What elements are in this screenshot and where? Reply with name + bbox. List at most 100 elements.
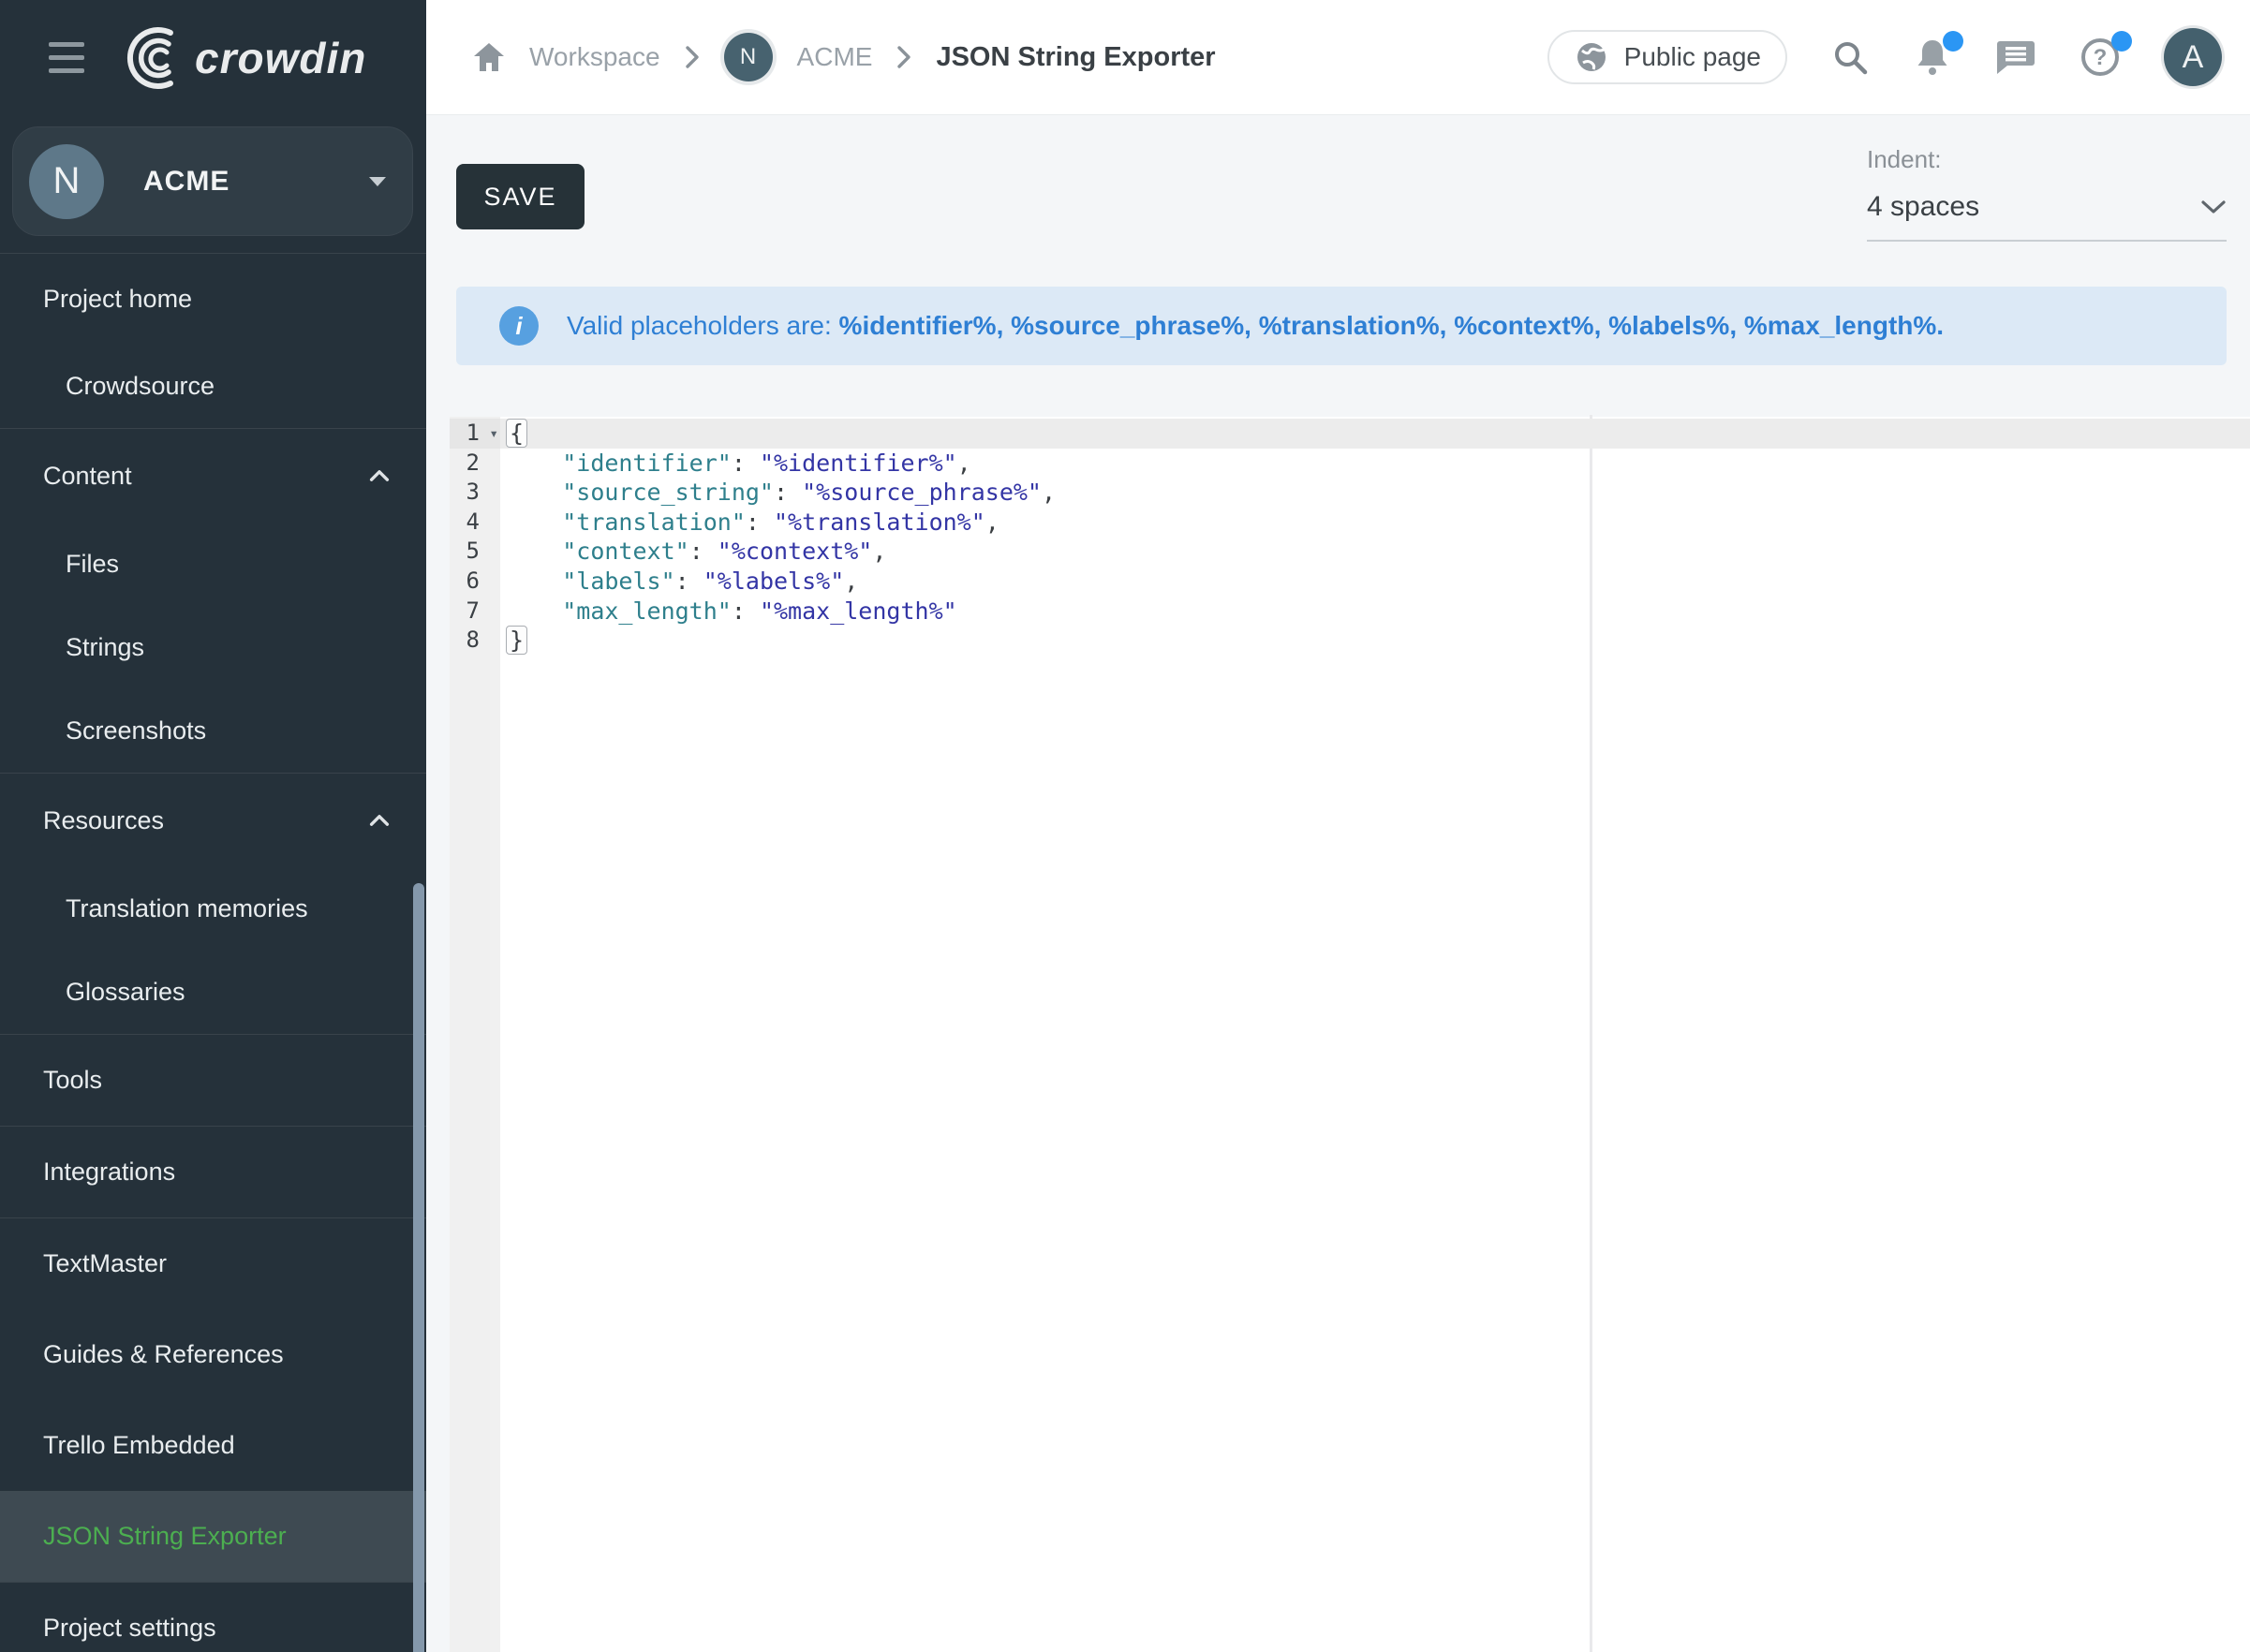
info-banner-prefix: Valid placeholders are: (567, 311, 839, 340)
breadcrumb-workspace-link[interactable]: Workspace (529, 42, 660, 72)
page-title: JSON String Exporter (936, 42, 1215, 73)
save-button[interactable]: SAVE (456, 164, 585, 229)
sidebar-item-label: JSON String Exporter (43, 1522, 287, 1551)
editor-gutter: 1▾2345678 (450, 417, 500, 1652)
sidebar-item-json-string-exporter[interactable]: JSON String Exporter (0, 1491, 426, 1582)
code-token: "%identifier%" (760, 450, 957, 477)
notifications-button[interactable] (1913, 37, 1952, 78)
code-token (506, 479, 562, 506)
main-content: SAVE Indent: 4 spaces i Valid placeholde… (426, 115, 2250, 1652)
chevron-up-icon (368, 814, 391, 827)
crowdin-logo[interactable]: crowdin (118, 24, 366, 92)
code-token: , (872, 538, 886, 565)
sidebar-item-guides-references[interactable]: Guides & References (0, 1309, 426, 1400)
sidebar-item-label: Trello Embedded (43, 1431, 235, 1460)
sidebar-item-project-settings[interactable]: Project settings (0, 1583, 426, 1652)
code-token: "context" (562, 538, 688, 565)
placeholder: %max_length%. (1744, 311, 1944, 340)
code-token: { (506, 419, 527, 448)
editor-code-area[interactable]: { "identifier": "%identifier%", "source_… (500, 417, 2250, 1652)
code-line-2[interactable]: "identifier": "%identifier%", (500, 449, 2250, 479)
placeholder: %translation%, (1259, 311, 1454, 340)
code-token: "%translation%" (774, 509, 985, 536)
code-token: } (506, 626, 527, 655)
sidebar-nav: Project homeCrowdsourceContentFilesStrin… (0, 254, 426, 1652)
code-token: "%max_length%" (760, 597, 957, 625)
placeholder: %labels%, (1608, 311, 1744, 340)
chat-icon (1995, 37, 2036, 77)
code-line-8[interactable]: } (500, 626, 2250, 656)
code-line-1[interactable]: { (500, 419, 2250, 449)
code-line-5[interactable]: "context": "%context%", (500, 537, 2250, 567)
placeholder: %source_phrase%, (1011, 311, 1259, 340)
indent-select[interactable]: 4 spaces (1867, 191, 2227, 242)
sidebar-item-resources[interactable]: Resources (0, 774, 426, 867)
search-button[interactable] (1830, 37, 1870, 77)
indent-label: Indent: (1867, 145, 2227, 174)
sidebar-item-crowdsource[interactable]: Crowdsource (0, 345, 426, 428)
code-line-7[interactable]: "max_length": "%max_length%" (500, 597, 2250, 627)
workspace-avatar-initial: N (53, 160, 81, 202)
topbar: crowdin Workspace N ACME JSON String (0, 0, 2250, 115)
sidebar-scrollbar[interactable] (413, 883, 424, 1652)
chevron-right-icon (685, 45, 700, 69)
workspace-avatar: N (29, 144, 104, 219)
project-avatar: N (724, 33, 773, 81)
crowdin-logo-swirl-icon (118, 24, 185, 92)
hamburger-menu-button[interactable] (49, 42, 86, 73)
sidebar-item-files[interactable]: Files (0, 523, 426, 606)
code-token: : (675, 568, 703, 595)
help-button[interactable]: ? (2080, 37, 2121, 78)
sidebar-item-tools[interactable]: Tools (0, 1035, 426, 1126)
public-page-button[interactable]: Public page (1547, 30, 1787, 84)
gutter-line-2: 2 (450, 449, 500, 479)
sidebar-item-translation-memories[interactable]: Translation memories (0, 867, 426, 951)
fold-caret-icon[interactable]: ▾ (489, 419, 498, 449)
code-token: : (732, 597, 760, 625)
project-avatar-initial: N (740, 44, 756, 70)
globe-icon (1574, 39, 1609, 75)
messages-button[interactable] (1995, 37, 2036, 77)
code-token: : (689, 538, 718, 565)
sidebar-item-label: Screenshots (66, 716, 206, 745)
sidebar-item-glossaries[interactable]: Glossaries (0, 951, 426, 1034)
sidebar-item-screenshots[interactable]: Screenshots (0, 689, 426, 773)
sidebar-item-label: Glossaries (66, 978, 185, 1007)
caret-down-icon (369, 177, 386, 186)
sidebar-item-textmaster[interactable]: TextMaster (0, 1218, 426, 1309)
sidebar-item-integrations[interactable]: Integrations (0, 1127, 426, 1217)
code-token: "source_string" (562, 479, 774, 506)
code-line-3[interactable]: "source_string": "%source_phrase%", (500, 478, 2250, 508)
gutter-line-7: 7 (450, 597, 500, 627)
code-token: : (746, 509, 774, 536)
code-token: "%source_phrase%" (802, 479, 1042, 506)
workspace-selector[interactable]: N ACME (12, 126, 413, 236)
breadcrumb: Workspace N ACME JSON String Exporter (473, 33, 1216, 81)
code-token (506, 538, 562, 565)
code-token: "identifier" (562, 450, 732, 477)
sidebar-item-project-home[interactable]: Project home (0, 254, 426, 345)
info-icon: i (499, 306, 539, 346)
indent-control: Indent: 4 spaces (1867, 145, 2227, 242)
home-icon[interactable] (473, 42, 505, 72)
gutter-line-4: 4 (450, 508, 500, 538)
info-banner-text: Valid placeholders are: %identifier%, %s… (567, 311, 1944, 341)
code-token: "translation" (562, 509, 746, 536)
code-token: : (732, 450, 760, 477)
breadcrumb-project-link[interactable]: ACME (797, 42, 873, 72)
sidebar-item-strings[interactable]: Strings (0, 606, 426, 689)
sidebar-item-content[interactable]: Content (0, 429, 426, 523)
workspace-name: ACME (143, 166, 229, 198)
sidebar-item-trello-embedded[interactable]: Trello Embedded (0, 1400, 426, 1491)
code-line-4[interactable]: "translation": "%translation%", (500, 508, 2250, 538)
topbar-actions: Public page (1547, 28, 2222, 86)
user-avatar[interactable]: A (2164, 28, 2222, 86)
gutter-line-1: 1▾ (450, 419, 500, 449)
code-line-6[interactable]: "labels": "%labels%", (500, 567, 2250, 597)
code-token: : (774, 479, 802, 506)
code-editor[interactable]: 1▾2345678 { "identifier": "%identifier%"… (450, 417, 2250, 1652)
topbar-brand-area: crowdin (0, 0, 426, 115)
code-token (506, 568, 562, 595)
code-token (506, 509, 562, 536)
svg-text:?: ? (2094, 45, 2108, 70)
